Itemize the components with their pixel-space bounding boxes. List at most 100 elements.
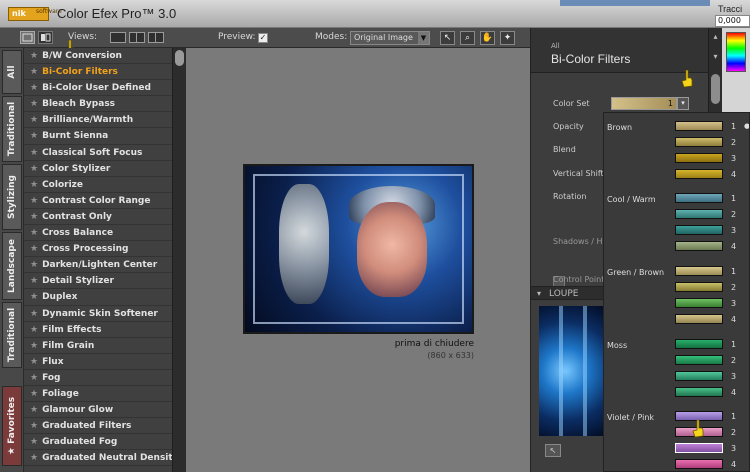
- filter-item[interactable]: ★ Brilliance/Warmth: [24, 112, 172, 129]
- tab-traditional-2[interactable]: Traditional: [2, 302, 22, 368]
- scroll-down-icon[interactable]: ▾: [709, 50, 722, 64]
- filter-item[interactable]: ★ Flux: [24, 354, 172, 370]
- filter-item[interactable]: ★ Dynamic Skin Softener: [24, 306, 172, 322]
- filter-item[interactable]: ★ Film Grain: [24, 338, 172, 354]
- favorite-star-icon[interactable]: ★: [30, 196, 38, 206]
- color-set-swatch-option[interactable]: [675, 266, 723, 276]
- favorite-star-icon[interactable]: ★: [30, 83, 38, 93]
- tab-stylizing[interactable]: Stylizing: [2, 164, 22, 230]
- view-side-by-side-button[interactable]: [148, 32, 164, 43]
- filter-item[interactable]: ★ Color Stylizer: [24, 161, 172, 177]
- favorite-star-icon[interactable]: ★: [30, 421, 38, 431]
- filter-item[interactable]: ★ Graduated Filters: [24, 418, 172, 435]
- zoom-tool-button[interactable]: ⌕: [460, 31, 475, 45]
- favorite-star-icon[interactable]: ★: [30, 437, 38, 447]
- color-set-swatch-option[interactable]: [675, 241, 723, 251]
- favorite-star-icon[interactable]: ★: [30, 357, 38, 367]
- preview-checkbox[interactable]: ✓: [258, 33, 268, 43]
- favorite-star-icon[interactable]: ★: [30, 405, 38, 415]
- color-set-swatch-option[interactable]: [675, 355, 723, 365]
- color-set-swatch-option[interactable]: [675, 193, 723, 203]
- color-set-swatch-option[interactable]: [675, 371, 723, 381]
- filter-item[interactable]: ★ Cross Balance: [24, 225, 172, 242]
- filter-item[interactable]: ★ Bi-Color Filters: [24, 64, 172, 81]
- settings-scroll-thumb[interactable]: [711, 74, 720, 104]
- color-set-swatch-option[interactable]: [675, 443, 723, 453]
- favorite-star-icon[interactable]: ★: [30, 373, 38, 383]
- color-set-swatch-option[interactable]: [675, 459, 723, 469]
- preview-area: prima di chiudere (860 x 633): [186, 48, 530, 472]
- favorite-star-icon[interactable]: ★: [30, 309, 38, 319]
- favorite-star-icon[interactable]: ★: [30, 228, 38, 238]
- color-set-swatch-option[interactable]: [675, 387, 723, 397]
- color-set-swatch-option[interactable]: [675, 137, 723, 147]
- filter-list-scrollbar[interactable]: [172, 48, 186, 472]
- favorite-star-icon[interactable]: ★: [30, 164, 38, 174]
- favorite-star-icon[interactable]: ★: [30, 244, 38, 254]
- favorite-star-icon[interactable]: ★: [30, 341, 38, 351]
- favorite-star-icon[interactable]: ★: [30, 389, 38, 399]
- filter-item[interactable]: ★ Bi-Color User Defined: [24, 80, 172, 97]
- favorite-star-icon[interactable]: ★: [30, 292, 38, 302]
- tab-favorites[interactable]: ★ Favorites: [2, 386, 22, 466]
- view-single-button[interactable]: [110, 32, 126, 43]
- filter-item[interactable]: ★ Graduated Neutral Density: [24, 450, 172, 467]
- favorite-star-icon[interactable]: ★: [30, 99, 38, 109]
- filter-item[interactable]: ★ Bleach Bypass: [24, 96, 172, 113]
- favorite-star-icon[interactable]: ★: [30, 67, 38, 77]
- favorite-star-icon[interactable]: ★: [30, 180, 38, 190]
- tracing-value-field[interactable]: 0,000: [715, 15, 750, 27]
- favorite-star-icon[interactable]: ★: [30, 115, 38, 125]
- picker-tool-button[interactable]: ✦: [500, 31, 515, 45]
- filter-item[interactable]: ★ Contrast Only: [24, 209, 172, 226]
- color-set-swatch-option[interactable]: [675, 209, 723, 219]
- favorite-star-icon[interactable]: ★: [30, 325, 38, 335]
- color-set-dropdown-button[interactable]: ▾: [677, 97, 689, 110]
- modes-select[interactable]: Original Image ▼: [350, 31, 430, 45]
- color-set-swatch-option[interactable]: [675, 153, 723, 163]
- favorite-star-icon[interactable]: ★: [30, 148, 38, 158]
- favorite-star-icon[interactable]: ★: [30, 131, 38, 141]
- filter-item-label: Contrast Only: [42, 211, 112, 222]
- favorite-star-icon[interactable]: ★: [30, 51, 38, 61]
- color-set-swatch[interactable]: 1: [611, 97, 677, 110]
- color-set-swatch-option[interactable]: [675, 225, 723, 235]
- color-set-swatch-option[interactable]: [675, 298, 723, 308]
- filter-list-scroll-thumb[interactable]: [175, 50, 184, 66]
- filter-item[interactable]: ★ Film Effects: [24, 322, 172, 338]
- color-set-swatch-option[interactable]: [675, 339, 723, 349]
- loupe-pointer-button[interactable]: ↖: [545, 444, 561, 457]
- scroll-up-icon[interactable]: ▴: [709, 30, 722, 44]
- color-set-swatch-option[interactable]: [675, 169, 723, 179]
- filter-item[interactable]: ★ B/W Conversion: [24, 48, 172, 65]
- color-set-swatch-option[interactable]: [675, 314, 723, 324]
- favorite-star-icon[interactable]: ★: [30, 260, 38, 270]
- filter-item[interactable]: ★ Duplex: [24, 289, 172, 306]
- filter-item[interactable]: ★ Glamour Glow: [24, 402, 172, 419]
- tab-traditional[interactable]: Traditional: [2, 96, 22, 162]
- favorite-star-icon[interactable]: ★: [30, 453, 38, 463]
- shadows-highlights-label: Shadows / H: [553, 237, 603, 246]
- color-set-swatch-option[interactable]: [675, 121, 723, 131]
- filter-item[interactable]: ★ Detail Stylizer: [24, 273, 172, 290]
- favorite-star-icon[interactable]: ★: [30, 276, 38, 286]
- tab-landscape[interactable]: Landscape: [2, 232, 22, 300]
- filter-item[interactable]: ★ Fog: [24, 370, 172, 386]
- filter-item[interactable]: ★ Foliage: [24, 386, 172, 403]
- pointer-tool-button[interactable]: ↖: [440, 31, 455, 45]
- favorite-star-icon[interactable]: ★: [30, 212, 38, 222]
- hand-tool-button[interactable]: ✋: [480, 31, 495, 45]
- tab-all[interactable]: All: [2, 50, 22, 94]
- view-split-button[interactable]: [129, 32, 145, 43]
- filter-item[interactable]: ★ Classical Soft Focus: [24, 145, 172, 161]
- color-set-swatch-option[interactable]: [675, 282, 723, 292]
- filter-item[interactable]: ★ Cross Processing: [24, 241, 172, 258]
- filter-item[interactable]: ★ Contrast Color Range: [24, 193, 172, 209]
- single-view-layout-button[interactable]: [20, 31, 35, 44]
- filter-item[interactable]: ★ Colorize: [24, 177, 172, 193]
- filter-item[interactable]: ★ Burnt Sienna: [24, 128, 172, 145]
- filter-item[interactable]: ★ Darken/Lighten Center: [24, 257, 172, 274]
- view-split-divider: [136, 33, 137, 42]
- split-view-layout-button[interactable]: [38, 31, 53, 44]
- filter-item[interactable]: ★ Graduated Fog: [24, 434, 172, 451]
